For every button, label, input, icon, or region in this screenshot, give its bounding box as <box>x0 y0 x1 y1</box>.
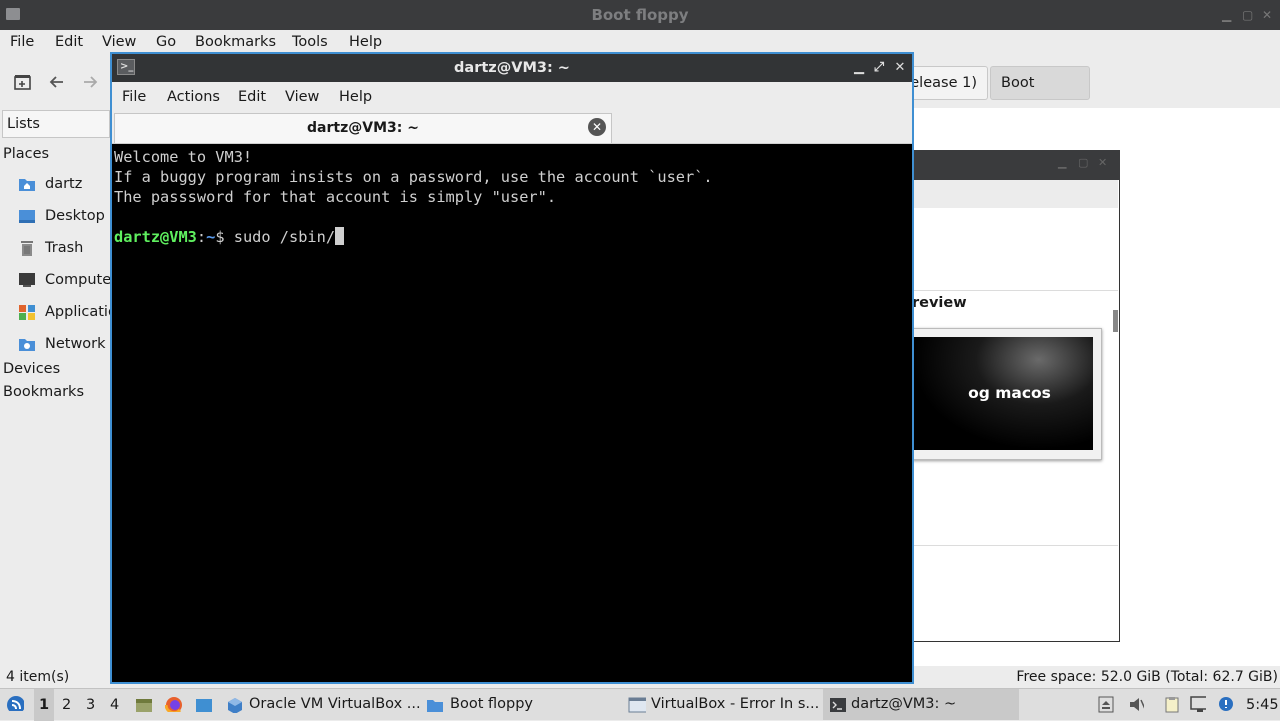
free-space: Free space: 52.0 GiB (Total: 62.7 GiB) <box>1016 669 1278 685</box>
menu-go[interactable]: Go <box>156 34 176 50</box>
dialog-maximize-icon[interactable]: ▢ <box>1078 156 1088 169</box>
clipboard-icon[interactable] <box>1164 696 1180 713</box>
menu-file[interactable]: File <box>10 34 34 50</box>
dialog-close-icon[interactable]: ✕ <box>1098 156 1107 169</box>
desktop-folder-icon <box>19 210 35 223</box>
maximize-icon[interactable]: ▢ <box>1242 0 1253 30</box>
applications-icon <box>19 305 35 320</box>
terminal-icon <box>830 698 846 712</box>
menu-tools[interactable]: Tools <box>292 34 328 50</box>
item-count: 4 item(s) <box>6 669 70 685</box>
menu-help[interactable]: Help <box>349 34 382 50</box>
firefox-icon[interactable] <box>165 696 183 712</box>
background-dialog-titlebar: ▁ ▢ ✕ <box>912 150 1120 180</box>
forward-arrow-icon[interactable] <box>82 74 98 90</box>
dialog-minimize-icon[interactable]: ▁ <box>1058 156 1066 169</box>
text-cursor <box>335 227 345 245</box>
terminal-menubar: File Actions Edit View Help <box>112 82 912 112</box>
tab-close-icon[interactable]: ✕ <box>588 118 606 136</box>
workspace-2[interactable]: 2 <box>62 689 71 721</box>
terminal-menu-help[interactable]: Help <box>339 89 372 105</box>
dialog-menubar <box>912 180 1118 208</box>
home-folder-icon <box>19 179 35 191</box>
workspace-1[interactable]: 1 <box>34 689 54 721</box>
sidebar-item-applications[interactable]: Applications <box>0 298 134 326</box>
prompt-separator: : <box>196 228 207 246</box>
workspace-3[interactable]: 3 <box>86 689 95 721</box>
places-heading: Places <box>3 146 50 162</box>
dialog-divider-2 <box>912 545 1118 546</box>
terminal-menu-edit[interactable]: Edit <box>238 89 266 105</box>
terminal-window-title: dartz@VM3: ~ <box>454 60 570 76</box>
sidebar-item-home[interactable]: dartz <box>0 170 112 198</box>
tab-boot-floppy[interactable]: Boot floppy <box>990 66 1090 123</box>
network-monitor-icon[interactable] <box>1190 696 1206 713</box>
workspace-4[interactable]: 4 <box>110 689 119 721</box>
folder-icon <box>427 700 443 712</box>
command-input[interactable]: sudo /sbin/ <box>234 228 335 246</box>
task-boot-floppy[interactable]: Boot floppy <box>420 689 620 720</box>
terminal-prompt-line: dartz@VM3:~$ sudo /sbin/ <box>114 227 910 247</box>
sidebar-item-network[interactable]: Network <box>0 330 112 358</box>
eject-icon[interactable] <box>1098 696 1114 713</box>
terminal-line: If a buggy program insists on a password… <box>114 168 713 186</box>
network-folder-icon <box>19 339 35 351</box>
devices-heading: Devices <box>3 361 61 377</box>
file-manager-titlebar: Boot floppy ▁ ▢ ✕ <box>0 0 1280 30</box>
back-arrow-icon[interactable] <box>49 74 65 90</box>
sidebar-item-desktop[interactable]: Desktop <box>0 202 112 230</box>
task-terminal[interactable]: dartz@VM3: ~ <box>823 689 1019 720</box>
volume-muted-icon[interactable] <box>1128 696 1144 713</box>
terminal-line: Welcome to VM3! <box>114 148 253 166</box>
dialog-divider <box>912 290 1118 291</box>
virtualbox-icon <box>228 698 242 713</box>
terminal-line: The passsword for that account is simply… <box>114 188 557 206</box>
file-manager-launcher-icon[interactable] <box>135 697 153 713</box>
update-notifier-icon[interactable] <box>1218 696 1234 713</box>
preview-image: og macos <box>912 337 1093 450</box>
task-virtualbox-error[interactable]: VirtualBox - Error In s... <box>622 689 822 720</box>
terminal-titlebar[interactable]: >_ dartz@VM3: ~ ▁ ⤢ ✕ <box>112 54 912 82</box>
terminal-app-icon: >_ <box>117 59 135 75</box>
menu-edit[interactable]: Edit <box>55 34 83 50</box>
file-manager-sidebar: Lists Places dartz Desktop Trash Compute… <box>0 108 134 668</box>
task-virtualbox-manager[interactable]: Oracle VM VirtualBox ... <box>220 689 421 720</box>
terminal-close-icon[interactable]: ✕ <box>891 54 909 82</box>
terminal-output[interactable]: Welcome to VM3! If a buggy program insist… <box>114 146 910 682</box>
new-tab-icon[interactable] <box>14 74 32 90</box>
sidebar-view-mode-select[interactable]: Lists <box>2 110 110 138</box>
prompt-user: dartz@VM3 <box>114 228 197 246</box>
sidebar-item-trash[interactable]: Trash <box>0 234 112 262</box>
sidebar-item-computer[interactable]: Computer <box>0 266 117 294</box>
file-manager-title: Boot floppy <box>591 6 689 24</box>
minimize-icon[interactable]: ▁ <box>1222 0 1231 30</box>
prompt-symbol: $ <box>215 228 234 246</box>
menu-view[interactable]: View <box>102 34 136 50</box>
prompt-path: ~ <box>206 228 216 246</box>
terminal-menu-actions[interactable]: Actions <box>167 89 220 105</box>
terminal-tab[interactable]: dartz@VM3: ~ <box>114 113 612 143</box>
window-icon <box>628 697 646 713</box>
taskbar: 1 2 3 4 Oracle VM VirtualBox ... Boot fl… <box>0 688 1280 721</box>
clock[interactable]: 5:45 <box>1246 689 1279 721</box>
show-desktop-icon[interactable] <box>195 697 213 713</box>
computer-icon <box>19 273 35 287</box>
start-menu-icon[interactable] <box>6 695 24 711</box>
terminal-menu-view[interactable]: View <box>285 89 319 105</box>
terminal-minimize-icon[interactable]: ▁ <box>850 54 868 82</box>
terminal-menu-file[interactable]: File <box>122 89 146 105</box>
preview-heading: review <box>912 295 967 311</box>
trash-icon <box>21 241 33 256</box>
bookmarks-heading: Bookmarks <box>3 384 85 400</box>
dialog-scrollbar-handle[interactable] <box>1113 310 1118 332</box>
folder-app-icon <box>6 8 20 20</box>
close-icon[interactable]: ✕ <box>1262 0 1272 30</box>
menu-bookmarks[interactable]: Bookmarks <box>195 34 276 50</box>
terminal-maximize-icon[interactable]: ⤢ <box>870 54 888 82</box>
